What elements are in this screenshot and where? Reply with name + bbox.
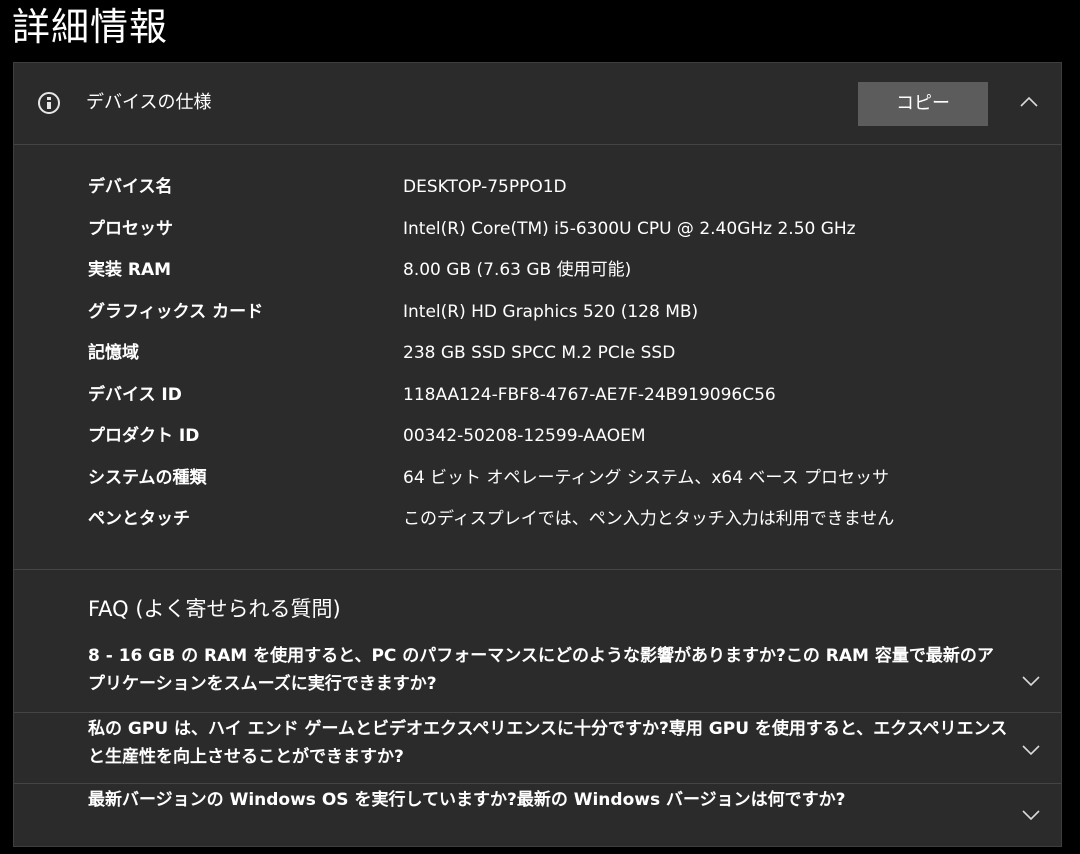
chevron-down-icon[interactable]	[1016, 666, 1046, 696]
spec-key: グラフィックス カード	[88, 302, 264, 322]
spec-key: ペンとタッチ	[88, 509, 190, 529]
spec-value: 64 ビット オペレーティング システム、x64 ベース プロセッサ	[403, 468, 889, 488]
faq-question: 8 - 16 GB の RAM を使用すると、PC のパフォーマンスにどのような…	[88, 646, 994, 694]
page-title: 詳細情報	[12, 5, 169, 49]
spec-value: 238 GB SSD SPCC M.2 PCIe SSD	[403, 343, 676, 363]
spec-value: DESKTOP-75PPO1D	[403, 177, 567, 197]
spec-value: このディスプレイでは、ペン入力とタッチ入力は利用できません	[403, 509, 895, 529]
spec-row-ram[interactable]: 実装 RAM 8.00 GB (7.63 GB 使用可能)	[14, 250, 1061, 291]
device-specs-title: デバイスの仕様	[86, 92, 212, 113]
chevron-up-icon[interactable]	[1014, 87, 1044, 117]
chevron-down-icon[interactable]	[1016, 735, 1046, 765]
spec-key: 記憶域	[88, 343, 139, 363]
settings-page: 詳細情報 デバイスの仕様 コピー デバイス名 DESKTOP-75PPO1D プ…	[0, 0, 1080, 854]
spec-row-device-id[interactable]: デバイス ID 118AA124-FBF8-4767-AE7F-24B91909…	[14, 375, 1061, 416]
faq-item[interactable]: 最新バージョンの Windows OS を実行していますか?最新の Window…	[14, 784, 1061, 846]
faq-title: FAQ (よく寄せられる質問)	[88, 597, 341, 621]
spec-row-product-id[interactable]: プロダクト ID 00342-50208-12599-AAOEM	[14, 416, 1061, 457]
spec-value: Intel(R) HD Graphics 520 (128 MB)	[403, 302, 699, 322]
spec-key: デバイス名	[88, 177, 173, 197]
spec-value: 8.00 GB (7.63 GB 使用可能)	[403, 260, 632, 280]
spec-row-graphics[interactable]: グラフィックス カード Intel(R) HD Graphics 520 (12…	[14, 292, 1061, 333]
faq-item[interactable]: 私の GPU は、ハイ エンド ゲームとビデオエクスペリエンスに十分ですか?専用…	[14, 713, 1061, 784]
spec-value: 00342-50208-12599-AAOEM	[403, 426, 646, 446]
spec-row-storage[interactable]: 記憶域 238 GB SSD SPCC M.2 PCIe SSD	[14, 333, 1061, 374]
info-icon	[38, 92, 60, 114]
spec-key: 実装 RAM	[88, 260, 172, 280]
spec-key: システムの種類	[88, 468, 207, 488]
device-specs-header[interactable]: デバイスの仕様 コピー	[14, 63, 1061, 145]
spec-row-device-name[interactable]: デバイス名 DESKTOP-75PPO1D	[14, 167, 1061, 208]
chevron-down-icon[interactable]	[1016, 800, 1046, 830]
faq-question: 最新バージョンの Windows OS を実行していますか?最新の Window…	[88, 790, 846, 810]
spec-key: プロダクト ID	[88, 426, 200, 446]
copy-button[interactable]: コピー	[858, 82, 988, 126]
spec-row-processor[interactable]: プロセッサ Intel(R) Core(TM) i5-6300U CPU @ 2…	[14, 209, 1061, 250]
spec-list: デバイス名 DESKTOP-75PPO1D プロセッサ Intel(R) Cor…	[14, 145, 1061, 570]
faq-item[interactable]: 8 - 16 GB の RAM を使用すると、PC のパフォーマンスにどのような…	[14, 642, 1061, 713]
spec-row-system-type[interactable]: システムの種類 64 ビット オペレーティング システム、x64 ベース プロセ…	[14, 458, 1061, 499]
spec-key: プロセッサ	[88, 219, 173, 239]
spec-value: 118AA124-FBF8-4767-AE7F-24B919096C56	[403, 385, 776, 405]
spec-row-pen-touch[interactable]: ペンとタッチ このディスプレイでは、ペン入力とタッチ入力は利用できません	[14, 499, 1061, 540]
spec-value: Intel(R) Core(TM) i5-6300U CPU @ 2.40GHz…	[403, 219, 856, 239]
device-specs-panel: デバイスの仕様 コピー デバイス名 DESKTOP-75PPO1D プロセッサ …	[13, 62, 1062, 847]
spec-key: デバイス ID	[88, 385, 182, 405]
faq-question: 私の GPU は、ハイ エンド ゲームとビデオエクスペリエンスに十分ですか?専用…	[88, 719, 1008, 767]
